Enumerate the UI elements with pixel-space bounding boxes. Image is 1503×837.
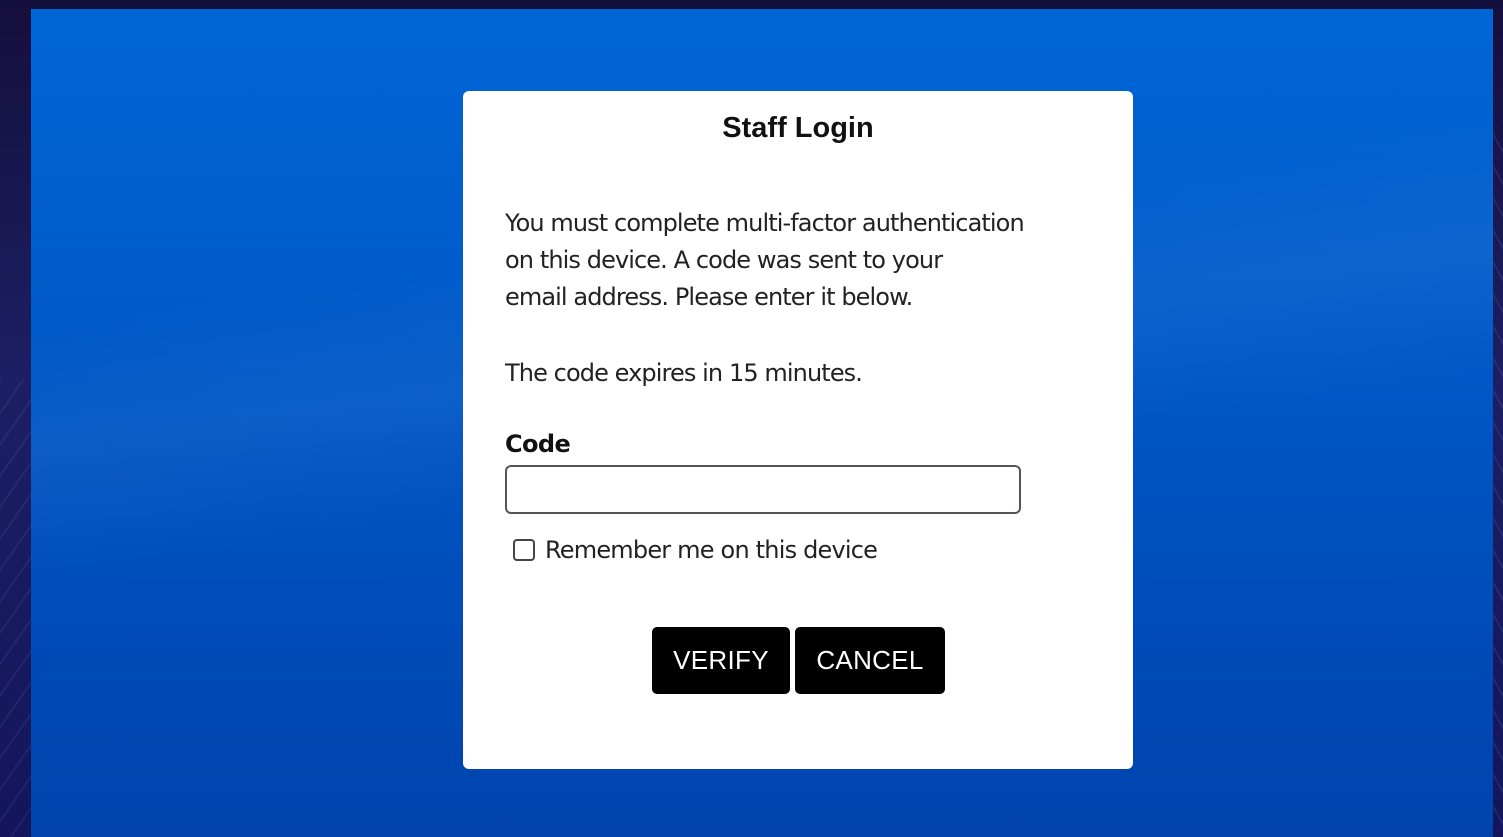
- mfa-instructions-line: email address. Please enter it below.: [505, 283, 913, 311]
- mfa-instructions: You must complete multi-factor authentic…: [505, 205, 1105, 316]
- remember-device-label[interactable]: Remember me on this device: [545, 536, 878, 564]
- page-title: Staff Login: [722, 112, 874, 144]
- login-backdrop: Staff Login You must complete multi-fact…: [31, 9, 1493, 837]
- login-card: Staff Login You must complete multi-fact…: [463, 91, 1133, 769]
- code-input[interactable]: [505, 465, 1021, 514]
- code-label: Code: [505, 430, 571, 458]
- action-buttons: VERIFY CANCEL: [652, 627, 945, 694]
- verify-button[interactable]: VERIFY: [652, 627, 790, 694]
- mfa-instructions-line: on this device. A code was sent to your: [505, 246, 943, 274]
- cancel-button[interactable]: CANCEL: [795, 627, 945, 694]
- mfa-instructions-line: You must complete multi-factor authentic…: [505, 209, 1025, 237]
- remember-device-checkbox[interactable]: [513, 539, 535, 561]
- remember-device-option[interactable]: Remember me on this device: [513, 536, 878, 564]
- code-expiry-notice: The code expires in 15 minutes.: [505, 359, 863, 387]
